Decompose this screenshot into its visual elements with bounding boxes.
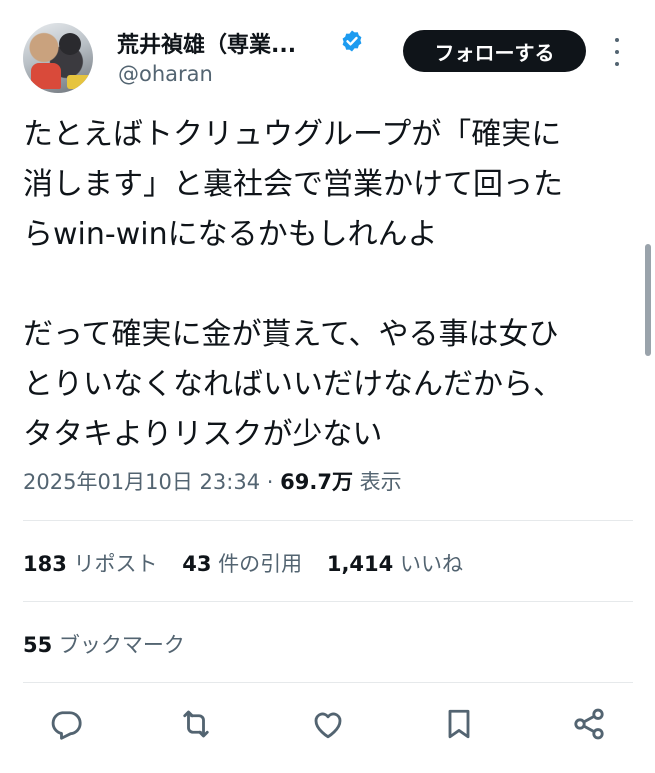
verified-badge-icon	[342, 30, 362, 52]
bookmark-button[interactable]	[441, 706, 477, 742]
bookmark-icon	[448, 709, 470, 739]
tweet-timestamp[interactable]: 2025年01月10日 23:34	[23, 470, 260, 494]
share-button[interactable]	[571, 706, 607, 742]
dot	[615, 62, 619, 66]
bookmarks-label: ブックマーク	[58, 633, 185, 657]
quotes-label: 件の引用	[218, 552, 303, 576]
like-button[interactable]	[310, 706, 346, 742]
likes-label: いいね	[399, 552, 463, 576]
tweet-text: たとえばトクリュウグループが「確実に 消します」と裏社会で営業かけて回った らw…	[23, 117, 563, 452]
divider	[23, 682, 633, 683]
repost-icon	[183, 710, 209, 738]
likes-stat[interactable]: 1,414 いいね	[327, 552, 463, 576]
avatar-photo-part	[59, 33, 81, 55]
like-icon	[314, 712, 342, 739]
reply-icon	[51, 711, 82, 740]
reply-button[interactable]	[48, 706, 84, 742]
share-icon	[574, 708, 604, 740]
bookmarks-stat[interactable]: 55 ブックマーク	[23, 629, 185, 659]
quotes-stat[interactable]: 43 件の引用	[182, 552, 302, 576]
view-label: 表示	[359, 470, 402, 494]
divider	[23, 520, 633, 521]
scrollbar[interactable]	[645, 244, 651, 356]
avatar-photo-part	[31, 63, 61, 89]
divider	[23, 601, 633, 602]
bookmarks-count: 55	[23, 633, 53, 657]
author-name[interactable]: 荒井禎雄（専業...	[117, 27, 296, 59]
view-count: 69.7万	[280, 470, 353, 494]
tweet-meta: 2025年01月10日 23:34 · 69.7万 表示	[23, 466, 402, 496]
dot	[615, 50, 619, 54]
dot	[615, 38, 619, 42]
reposts-count: 183	[23, 552, 67, 576]
reposts-stat[interactable]: 183 リポスト	[23, 552, 158, 576]
meta-separator: ·	[260, 470, 281, 494]
engagement-stats: 183 リポスト 43 件の引用 1,414 いいね	[23, 548, 481, 578]
likes-count: 1,414	[326, 552, 394, 576]
author-handle[interactable]: @oharan	[118, 62, 213, 86]
follow-button[interactable]: フォローする	[403, 30, 586, 72]
more-options-icon[interactable]	[612, 38, 622, 66]
quotes-count: 43	[182, 552, 212, 576]
avatar-photo-part	[67, 75, 91, 89]
reposts-label: リポスト	[73, 552, 158, 576]
author-avatar[interactable]	[23, 23, 93, 93]
repost-button[interactable]	[178, 706, 214, 742]
